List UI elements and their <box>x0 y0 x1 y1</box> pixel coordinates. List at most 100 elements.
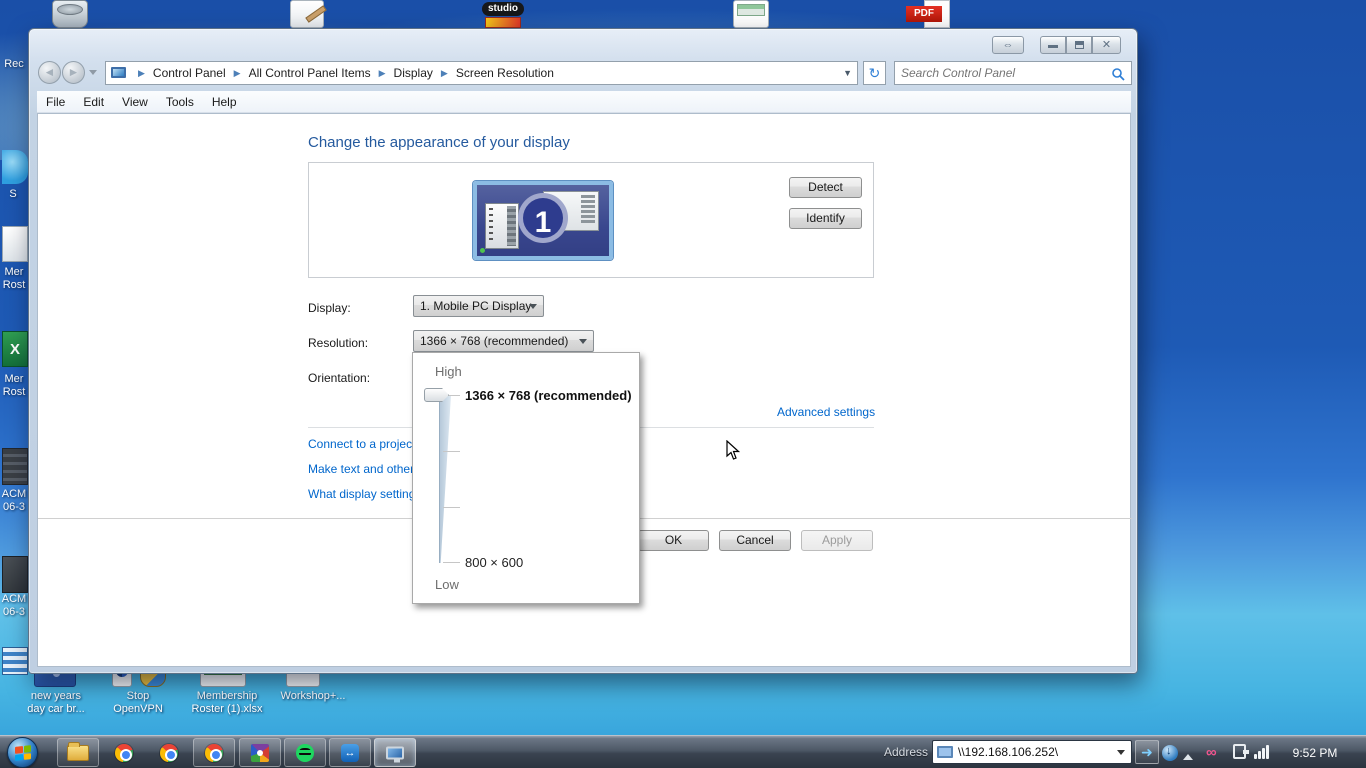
popup-min-resolution[interactable]: 800 × 600 <box>465 555 523 570</box>
popup-selected-resolution[interactable]: 1366 × 768 (recommended) <box>465 388 632 403</box>
desktop-label-mer-roster-2[interactable]: Mer Rost <box>0 373 28 399</box>
menu-edit[interactable]: Edit <box>74 95 113 109</box>
taskbar-spotify-button[interactable] <box>284 738 326 767</box>
desktop-label-membership-roster[interactable]: Membership Roster (1).xlsx <box>178 690 276 716</box>
desktop-label-workshop[interactable]: Workshop+... <box>278 690 348 703</box>
teamviewer-resize-button[interactable]: ⇔ <box>992 36 1024 54</box>
resolution-dropdown[interactable]: 1366 × 768 (recommended) <box>413 330 594 352</box>
taskbar-teamviewer-button[interactable]: ↔ <box>329 738 371 767</box>
apply-button: Apply <box>801 530 873 551</box>
address-combobox[interactable] <box>932 740 1132 764</box>
window-client-area: Change the appearance of your display 1 … <box>37 113 1132 667</box>
studio-app-icon[interactable]: studio <box>482 0 524 28</box>
excel-file-icon[interactable]: X <box>2 331 28 367</box>
detect-button[interactable]: Detect <box>789 177 862 198</box>
make-text-larger-link[interactable]: Make text and other <box>308 462 414 476</box>
pdf-shortcut-icon[interactable]: PDF <box>906 0 950 28</box>
search-input[interactable] <box>901 63 1101 83</box>
navigation-bar: ◄ ► ▶ Control Panel ▶ All Control Panel … <box>29 57 1137 89</box>
ok-button[interactable]: OK <box>638 530 709 551</box>
taskbar-chrome-running[interactable] <box>193 738 235 767</box>
minimize-icon <box>1048 45 1058 48</box>
chrome-icon <box>205 743 223 762</box>
windows-logo-icon <box>15 745 31 761</box>
display-dropdown[interactable]: 1. Mobile PC Display <box>413 295 544 317</box>
close-button[interactable]: ✕ <box>1092 36 1121 54</box>
display-settings-help-link[interactable]: What display setting <box>308 487 415 501</box>
back-button[interactable]: ◄ <box>38 61 61 84</box>
monitor-thumbnail-window-left <box>485 203 519 249</box>
cancel-button[interactable]: Cancel <box>719 530 791 551</box>
breadcrumb[interactable]: ▶ Control Panel ▶ All Control Panel Item… <box>105 61 858 85</box>
search-box[interactable] <box>894 61 1132 85</box>
menu-file[interactable]: File <box>37 95 74 109</box>
breadcrumb-item-all-items[interactable]: All Control Panel Items <box>247 66 373 80</box>
resolution-dropdown-value: 1366 × 768 (recommended) <box>420 334 569 348</box>
connect-projector-link[interactable]: Connect to a projec <box>308 437 412 451</box>
globe-download-tray-icon[interactable] <box>1162 745 1178 761</box>
display-monitor-icon <box>386 746 404 762</box>
show-hidden-icons-button[interactable] <box>1183 749 1193 760</box>
desktop-label-acm-1[interactable]: ACM 06-3 <box>0 488 28 514</box>
spreadsheet-shortcut-icon[interactable] <box>733 0 769 28</box>
pdf-tag-label: PDF <box>906 6 942 22</box>
refresh-button[interactable]: ↻ <box>863 61 886 85</box>
start-button[interactable] <box>7 737 38 768</box>
desktop-label-stop-openvpn[interactable]: Stop OpenVPN <box>100 690 176 716</box>
address-dropdown-icon[interactable]: ▼ <box>843 68 852 78</box>
chevron-down-icon <box>529 304 537 313</box>
taskbar-chrome-pinned-1[interactable] <box>103 738 145 767</box>
address-dropdown-icon[interactable] <box>1117 749 1125 759</box>
breadcrumb-item-control-panel[interactable]: Control Panel <box>151 66 228 80</box>
picasa-icon <box>251 743 269 762</box>
chrome-icon <box>160 743 178 762</box>
taskbar-picasa-button[interactable] <box>239 738 281 767</box>
breadcrumb-item-screen-resolution[interactable]: Screen Resolution <box>454 66 556 80</box>
menu-view[interactable]: View <box>113 95 157 109</box>
taskbar-clock[interactable]: 9:52 PM <box>1286 738 1344 767</box>
menu-tools[interactable]: Tools <box>157 95 203 109</box>
desktop-label-recycle[interactable]: Rec <box>0 58 28 71</box>
monitor-preview[interactable]: 1 <box>473 181 613 260</box>
breadcrumb-item-display[interactable]: Display <box>392 66 435 80</box>
taskbar-screen-resolution-active[interactable] <box>374 738 416 767</box>
history-dropdown-icon[interactable] <box>89 70 97 79</box>
document-shortcut-icon[interactable] <box>290 0 324 28</box>
search-icon[interactable] <box>1111 67 1125 81</box>
skype-icon[interactable] <box>2 150 28 184</box>
desktop-label-acm-2[interactable]: ACM 06-3 <box>0 593 28 619</box>
filmstrip-icon[interactable] <box>2 647 28 675</box>
slider-track[interactable] <box>439 395 440 563</box>
taskbar-chrome-pinned-2[interactable] <box>148 738 190 767</box>
popup-high-label: High <box>435 364 462 379</box>
address-go-button[interactable]: ➜ <box>1135 740 1159 764</box>
display-monitor-icon <box>111 67 126 78</box>
desktop-label-mer-roster-1[interactable]: Mer Rost <box>0 266 28 292</box>
taskbar-explorer-button[interactable] <box>57 738 99 767</box>
plug-tray-icon[interactable] <box>1233 744 1249 759</box>
resolution-label: Resolution: <box>308 336 369 350</box>
file-icon[interactable] <box>2 226 28 262</box>
infinity-tray-icon[interactable]: ∞ <box>1206 744 1217 761</box>
restore-button[interactable] <box>1066 36 1092 54</box>
orientation-label: Orientation: <box>308 371 371 385</box>
desktop-label-s[interactable]: S <box>0 188 26 201</box>
menu-bar: File Edit View Tools Help <box>37 91 1131 113</box>
teamviewer-icon: ↔ <box>341 743 359 762</box>
slider-tick <box>443 562 460 563</box>
video-file-icon-2[interactable] <box>2 556 28 593</box>
screen-resolution-window: ⇔ ✕ ◄ ► ▶ Control Panel ▶ All Control Pa… <box>28 28 1138 674</box>
identify-button[interactable]: Identify <box>789 208 862 229</box>
slider-track-wedge <box>440 395 451 563</box>
address-input[interactable] <box>958 745 1117 759</box>
recycle-bin-icon[interactable] <box>52 0 88 28</box>
desktop-label-new-years[interactable]: new years day car br... <box>6 690 106 716</box>
menu-help[interactable]: Help <box>203 95 246 109</box>
minimize-button[interactable] <box>1040 36 1066 54</box>
address-toolbar-label: Address <box>884 745 929 759</box>
video-file-icon[interactable] <box>2 448 28 485</box>
forward-button[interactable]: ► <box>62 61 85 84</box>
network-signal-icon[interactable] <box>1254 745 1272 759</box>
monitor-preview-box: 1 Detect Identify <box>308 162 874 278</box>
advanced-settings-link[interactable]: Advanced settings <box>777 405 875 419</box>
